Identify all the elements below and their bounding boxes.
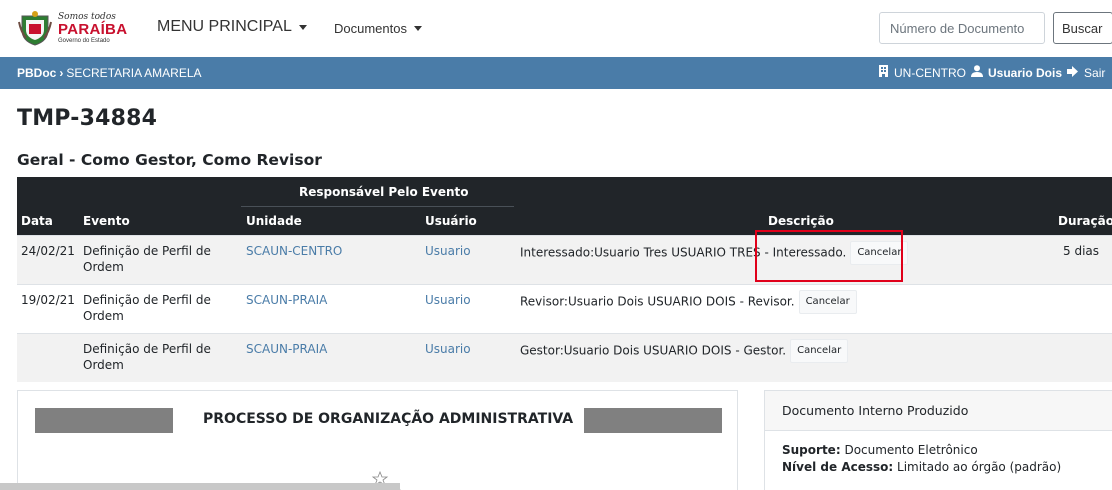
cell-usuario-link[interactable]: Usuario <box>425 341 471 357</box>
cell-duracao: 5 dias <box>1063 244 1100 258</box>
redacted-block <box>584 408 722 433</box>
cell-usuario-link[interactable]: Usuario <box>425 243 471 259</box>
user-bar: UN-CENTRO Usuario Dois Sair <box>878 65 1105 80</box>
cancel-button[interactable]: Cancelar <box>798 290 857 314</box>
search-button[interactable]: Buscar <box>1053 12 1112 44</box>
menu-principal-dropdown[interactable]: MENU PRINCIPAL <box>157 18 307 36</box>
caret-down-icon <box>298 24 307 30</box>
brand-name: PARAÍBA <box>58 20 128 38</box>
cell-evento: Definição de Perfil de Ordem <box>83 293 211 323</box>
document-number-input[interactable] <box>879 12 1045 44</box>
horizontal-scrollbar[interactable] <box>0 483 400 490</box>
section-title: Geral - Como Gestor, Como Revisor <box>17 151 322 169</box>
cell-unidade-link[interactable]: SCAUN-CENTRO <box>246 243 342 259</box>
table-header: Responsável Pelo Evento Data Evento Unid… <box>17 177 1112 235</box>
th-group-responsavel: Responsável Pelo Evento <box>299 185 469 199</box>
documentos-label: Documentos <box>334 21 407 36</box>
sign-out-icon <box>1067 65 1079 80</box>
breadcrumb-root-link[interactable]: PBDoc <box>17 66 56 80</box>
table-row: 24/02/21 Definição de Perfil de Ordem SCA… <box>17 235 1112 284</box>
cancel-button[interactable]: Cancelar <box>790 339 849 363</box>
th-usuario: Usuário <box>425 214 477 228</box>
breadcrumb-bar: PBDoc › SECRETARIA AMARELA UN-CENTRO Usu… <box>0 57 1112 89</box>
logout-link[interactable]: Sair <box>1084 66 1105 80</box>
cell-descricao: Gestor:Usuario Dois USUARIO DOIS - Gesto… <box>520 339 849 363</box>
cell-data: 19/02/21 <box>21 293 75 307</box>
document-preview: PROCESSO DE ORGANIZAÇÃO ADMINISTRATIVA <box>17 390 738 490</box>
table-row: Definição de Perfil de Ordem SCAUN-PRAIA … <box>17 333 1112 382</box>
cell-unidade-link[interactable]: SCAUN-PRAIA <box>246 292 327 308</box>
document-heading: PROCESSO DE ORGANIZAÇÃO ADMINISTRATIVA <box>203 411 574 427</box>
building-icon <box>878 65 889 80</box>
brand-logo[interactable]: Somos todos PARAÍBA Governo do Estado <box>18 7 128 49</box>
info-card-body: Suporte: Documento Eletrônico Nível de A… <box>765 431 1112 487</box>
cell-descricao: Revisor:Usuario Dois USUARIO DOIS - Revi… <box>520 290 857 314</box>
top-navbar: Somos todos PARAÍBA Governo do Estado ME… <box>0 0 1112 57</box>
table-row: 19/02/21 Definição de Perfil de Ordem SCA… <box>17 284 1112 333</box>
cell-data: 24/02/21 <box>21 244 75 258</box>
cell-evento: Definição de Perfil de Ordem <box>83 244 211 274</box>
th-evento: Evento <box>83 214 130 228</box>
cell-unidade-link[interactable]: SCAUN-PRAIA <box>246 341 327 357</box>
events-table: Responsável Pelo Evento Data Evento Unid… <box>17 177 1112 382</box>
suporte-line: Suporte: Documento Eletrônico <box>782 443 978 457</box>
page-title: TMP-34884 <box>17 106 158 131</box>
caret-down-icon <box>413 26 422 31</box>
highlight-annotation <box>755 230 903 282</box>
user-unit[interactable]: UN-CENTRO <box>894 66 966 80</box>
th-duracao: Duração <box>1058 214 1112 228</box>
user-name[interactable]: Usuario Dois <box>988 66 1062 80</box>
cell-evento: Definição de Perfil de Ordem <box>83 342 211 372</box>
documentos-dropdown[interactable]: Documentos <box>334 21 422 36</box>
th-data: Data <box>21 214 53 228</box>
brand-sub: Governo do Estado <box>58 37 110 44</box>
info-card-header: Documento Interno Produzido <box>765 391 1112 431</box>
chevron-right-icon: › <box>59 66 64 80</box>
menu-principal-label: MENU PRINCIPAL <box>157 18 292 35</box>
th-descricao: Descrição <box>768 214 834 228</box>
cell-usuario-link[interactable]: Usuario <box>425 292 471 308</box>
breadcrumb: PBDoc › SECRETARIA AMARELA <box>17 66 202 80</box>
redacted-block <box>35 408 173 433</box>
breadcrumb-current[interactable]: SECRETARIA AMARELA <box>66 66 201 80</box>
divider <box>241 206 514 207</box>
th-unidade: Unidade <box>246 214 302 228</box>
user-icon <box>971 65 983 80</box>
crest-icon <box>18 10 52 46</box>
acesso-line: Nível de Acesso: Limitado ao órgão (padr… <box>782 460 1062 474</box>
document-info-card: Documento Interno Produzido Suporte: Doc… <box>764 390 1112 490</box>
